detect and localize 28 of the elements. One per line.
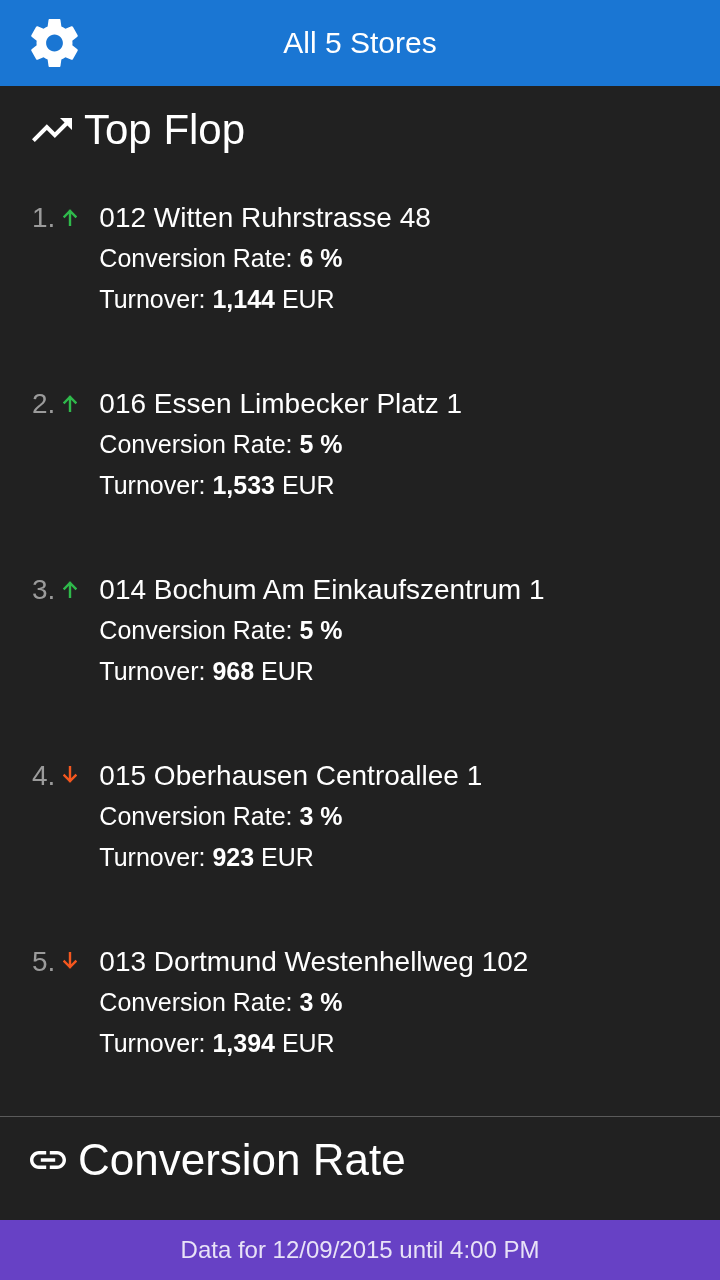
store-name: 016 Essen Limbecker Platz 1: [99, 387, 462, 421]
store-name: 015 Oberhausen Centroallee 1: [99, 759, 483, 793]
store-metric: Turnover: 1,144 EUR: [99, 284, 336, 315]
store-metric: Conversion Rate: 5 %: [99, 429, 344, 460]
rank-number: 3.: [32, 573, 56, 607]
settings-icon: [30, 19, 78, 67]
store-metric: Turnover: 1,533 EUR: [99, 470, 336, 501]
rank-number: 1.: [32, 201, 56, 235]
store-name: 013 Dortmund Westenhellweg 102: [99, 945, 529, 979]
section-title: Top Flop: [84, 105, 246, 155]
store-metric: Conversion Rate: 6 %: [99, 243, 344, 274]
data-date-text: Data for 12/09/2015 until 4:00 PM: [180, 1235, 540, 1265]
store-metric: Turnover: 1,394 EUR: [99, 1028, 336, 1059]
rank-number: 2.: [32, 387, 56, 421]
section-title: Conversion Rate: [78, 1135, 406, 1185]
store-name: 012 Witten Ruhrstrasse 48: [99, 201, 431, 235]
rank-number: 5.: [32, 945, 56, 979]
store-selector-title[interactable]: All 5 Stores: [283, 23, 437, 63]
settings-button[interactable]: [30, 19, 78, 67]
store-metric: Conversion Rate: 3 %: [99, 801, 344, 832]
trending-up-icon: [32, 118, 72, 142]
store-metric: Conversion Rate: 5 %: [99, 615, 344, 646]
store-name: 014 Bochum Am Einkaufszentrum 1: [99, 573, 545, 607]
store-metric: Turnover: 968 EUR: [99, 656, 315, 687]
rank-number: 4.: [32, 759, 56, 793]
store-metric: Turnover: 923 EUR: [99, 842, 315, 873]
link-icon: [30, 1151, 66, 1169]
store-metric: Conversion Rate: 3 %: [99, 987, 344, 1018]
